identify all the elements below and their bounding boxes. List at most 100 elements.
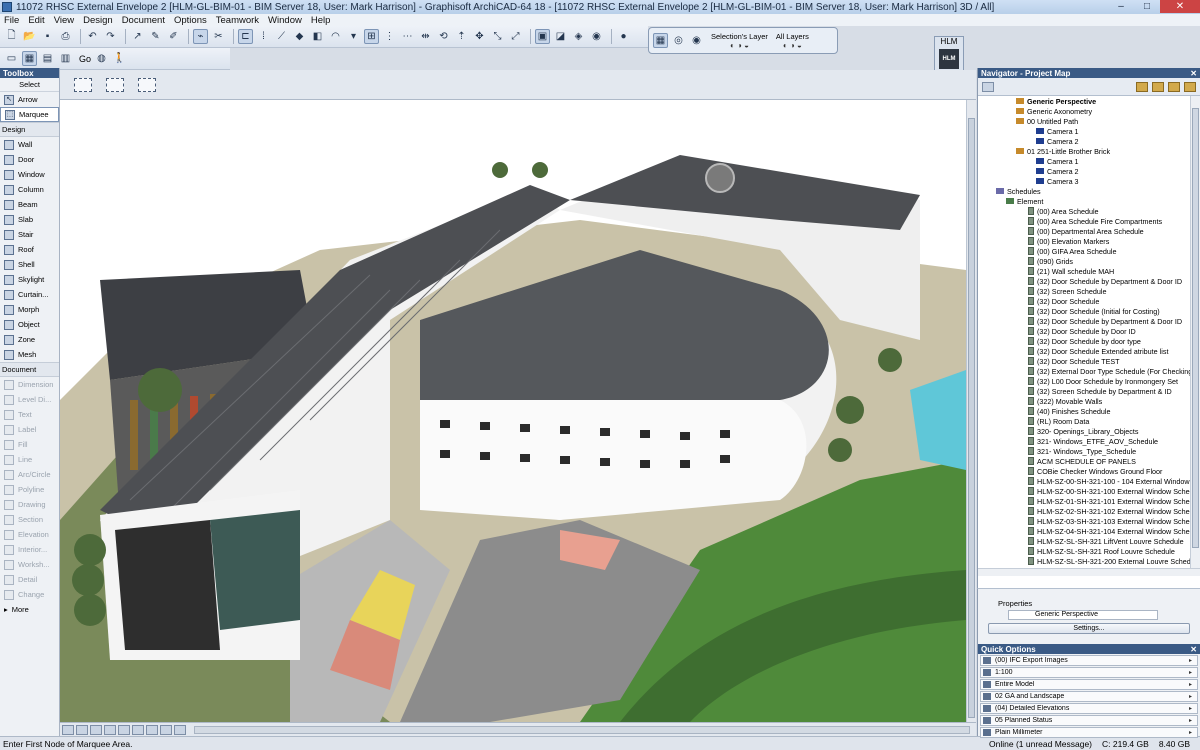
project-map-item[interactable]: (32) External Door Type Schedule (For Ch… <box>978 366 1190 376</box>
pick-up-icon[interactable]: ↗ <box>130 29 145 44</box>
tool-dimension[interactable]: Dimension <box>0 377 59 392</box>
project-map-item[interactable]: (40) Finishes Schedule <box>978 406 1190 416</box>
tool-stair[interactable]: Stair <box>0 227 59 242</box>
project-map-item[interactable]: HLM-SZ-03-SH-321-103 External Window Sch… <box>978 516 1190 526</box>
tool-change[interactable]: Change <box>0 587 59 602</box>
tool-column[interactable]: Column <box>0 182 59 197</box>
project-map-item[interactable]: HLM-SZ-01-SH-321-101 External Window Sch… <box>978 496 1190 506</box>
navigator-horizontal-scrollbar[interactable] <box>978 568 1200 576</box>
project-map-item[interactable]: (32) Door Schedule by Door ID <box>978 326 1190 336</box>
project-map-item[interactable]: 00 Untitled Path <box>978 116 1190 126</box>
project-map-item[interactable]: (32) Screen Schedule <box>978 286 1190 296</box>
tool-morph[interactable]: Morph <box>0 302 59 317</box>
tool-text[interactable]: Text <box>0 407 59 422</box>
all-layers-controls[interactable]: ◐ ◑ ◒ <box>776 41 809 50</box>
project-map-item[interactable]: (32) Door Schedule TEST <box>978 356 1190 366</box>
tool-zone[interactable]: Zone <box>0 332 59 347</box>
project-map-item[interactable]: Element <box>978 196 1190 206</box>
tool-arc-circle[interactable]: Arc/Circle <box>0 467 59 482</box>
suspend-groups-icon[interactable]: ⊞ <box>364 29 379 44</box>
online-status[interactable]: Online (1 unread Message) <box>989 739 1092 749</box>
menu-help[interactable]: Help <box>311 15 331 26</box>
3d-window-icon[interactable]: ◈ <box>571 29 586 44</box>
project-map-item[interactable]: HLM-SZ-SL-SH-321 Roof Louvre Schedule <box>978 546 1190 556</box>
viewport-horizontal-scrollbar[interactable] <box>194 725 970 734</box>
marquee-all-floors-icon[interactable] <box>106 77 124 92</box>
lock-layer-icon[interactable]: ◉ <box>689 33 704 48</box>
project-map-item[interactable]: (32) Door Schedule by Department & Door … <box>978 316 1190 326</box>
ungroup-icon[interactable]: ⋯ <box>400 29 415 44</box>
menu-document[interactable]: Document <box>122 15 165 26</box>
project-map-item[interactable]: Generic Axonometry <box>978 106 1190 116</box>
tool-arrow[interactable]: ↖ Arrow <box>0 92 59 107</box>
quick-option-arrow-icon[interactable]: ▸ <box>1189 681 1197 688</box>
intersect-icon[interactable]: ◧ <box>310 29 325 44</box>
close-button[interactable]: ✕ <box>1160 0 1200 13</box>
inject-icon[interactable]: ✐ <box>166 29 181 44</box>
zoom-out-icon[interactable] <box>76 724 88 735</box>
project-map-item[interactable]: Camera 2 <box>978 136 1190 146</box>
project-map-item[interactable]: (00) Area Schedule <box>978 206 1190 216</box>
eyedropper-icon[interactable]: ✎ <box>148 29 163 44</box>
magic-wand-icon[interactable]: ⌁ <box>193 29 208 44</box>
tool-level-dimension[interactable]: Level Di... <box>0 392 59 407</box>
quick-option-row[interactable]: Plain Millimeter ▸ <box>980 727 1198 738</box>
toolbox-design-section[interactable]: Design <box>0 122 59 137</box>
window-list-icon[interactable]: ▤ <box>40 51 55 66</box>
redo-icon[interactable]: ↷ <box>103 29 118 44</box>
quick-options-close-icon[interactable]: ✕ <box>1190 645 1197 654</box>
scrollbar-thumb[interactable] <box>968 118 975 718</box>
walk-icon[interactable]: 🚶 <box>112 51 127 66</box>
publisher-sets-icon[interactable] <box>1184 81 1196 92</box>
navigator-close-icon[interactable]: ✕ <box>1190 69 1197 78</box>
navigator-pick-icon[interactable] <box>982 81 994 92</box>
project-map-item[interactable]: (322) Movable Walls <box>978 396 1190 406</box>
marquee-rotated-icon[interactable] <box>138 77 156 92</box>
group-icon[interactable]: ⋮ <box>382 29 397 44</box>
quick-option-arrow-icon[interactable]: ▸ <box>1189 657 1197 664</box>
project-map-item[interactable]: (32) Door Schedule <box>978 296 1190 306</box>
quick-option-row[interactable]: 02 GA and Landscape ▸ <box>980 691 1198 702</box>
print-icon[interactable]: ⎙ <box>58 29 73 44</box>
zoom-in-icon[interactable] <box>62 724 74 735</box>
menu-view[interactable]: View <box>54 15 74 26</box>
project-map-item[interactable]: HLM-SZ-04-SH-321-104 External Window Sch… <box>978 526 1190 536</box>
project-map-item[interactable]: 321- Windows_Type_Schedule <box>978 446 1190 456</box>
render-icon[interactable]: ◉ <box>589 29 604 44</box>
view-name-field[interactable]: Generic Perspective <box>1008 610 1158 620</box>
guide-lines-icon[interactable]: ⊏ <box>238 29 253 44</box>
menu-window[interactable]: Window <box>268 15 302 26</box>
tool-fill[interactable]: Fill <box>0 437 59 452</box>
project-map-item[interactable]: Generic Perspective <box>978 96 1190 106</box>
tool-window[interactable]: Window <box>0 167 59 182</box>
project-map-item[interactable]: (00) Elevation Markers <box>978 236 1190 246</box>
project-map-item[interactable]: HLM-SZ-SL-SH-321-200 External Louvre Sch… <box>978 556 1190 566</box>
project-map-item[interactable]: (32) Door Schedule (Initial for Costing) <box>978 306 1190 316</box>
rotate-icon[interactable]: ⟲ <box>436 29 451 44</box>
drag-icon[interactable]: ✥ <box>472 29 487 44</box>
project-map-icon[interactable] <box>1136 81 1148 92</box>
pan-icon[interactable] <box>160 724 172 735</box>
project-map-item[interactable]: ACM SCHEDULE OF PANELS <box>978 456 1190 466</box>
stretch-icon[interactable]: ⤡ <box>490 29 505 44</box>
tool-skylight[interactable]: Skylight <box>0 272 59 287</box>
project-map-item[interactable]: COBie Checker Windows Ground Floor <box>978 466 1190 476</box>
project-map-item[interactable]: Camera 1 <box>978 156 1190 166</box>
mirror-icon[interactable]: ⇹ <box>418 29 433 44</box>
tool-slab[interactable]: Slab <box>0 212 59 227</box>
viewport-vertical-scrollbar[interactable] <box>966 100 976 722</box>
minimize-button[interactable]: – <box>1108 0 1134 13</box>
project-map-item[interactable]: Camera 1 <box>978 126 1190 136</box>
project-map-item[interactable]: HLM-SZ-SL-SH-321 LiftVent Louvre Schedul… <box>978 536 1190 546</box>
tool-curtain-wall[interactable]: Curtain... <box>0 287 59 302</box>
view-map-icon[interactable] <box>1152 81 1164 92</box>
project-map-item[interactable]: (00) Area Schedule Fire Compartments <box>978 216 1190 226</box>
project-map-item[interactable]: 320- Openings_Library_Objects <box>978 426 1190 436</box>
quick-option-arrow-icon[interactable]: ▸ <box>1189 705 1197 712</box>
marquee-single-floor-icon[interactable] <box>74 77 92 92</box>
snap-icon[interactable]: ⁞ <box>256 29 271 44</box>
tool-marquee[interactable]: ⬚ Marquee <box>0 107 59 122</box>
offset-icon[interactable]: ▾ <box>346 29 361 44</box>
quick-option-arrow-icon[interactable]: ▸ <box>1189 669 1197 676</box>
tool-more[interactable]: ▸ More <box>0 602 59 617</box>
